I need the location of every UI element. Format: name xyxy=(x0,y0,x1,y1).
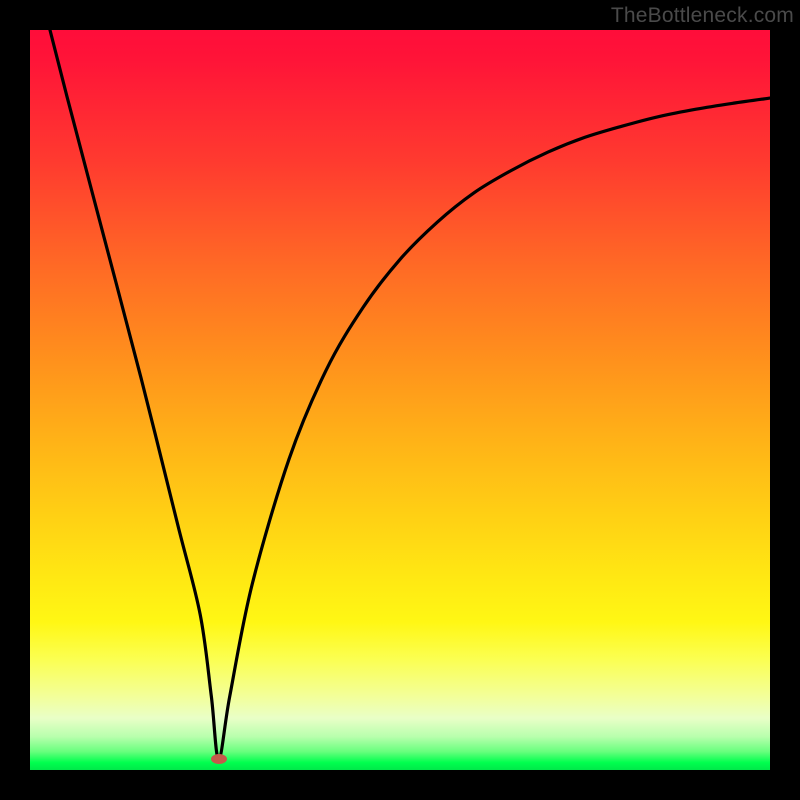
optimum-marker xyxy=(211,754,227,764)
plot-area xyxy=(30,30,770,770)
bottleneck-curve xyxy=(50,30,770,759)
curve-svg xyxy=(30,30,770,770)
watermark-text: TheBottleneck.com xyxy=(611,4,794,28)
chart-stage: TheBottleneck.com xyxy=(0,0,800,800)
